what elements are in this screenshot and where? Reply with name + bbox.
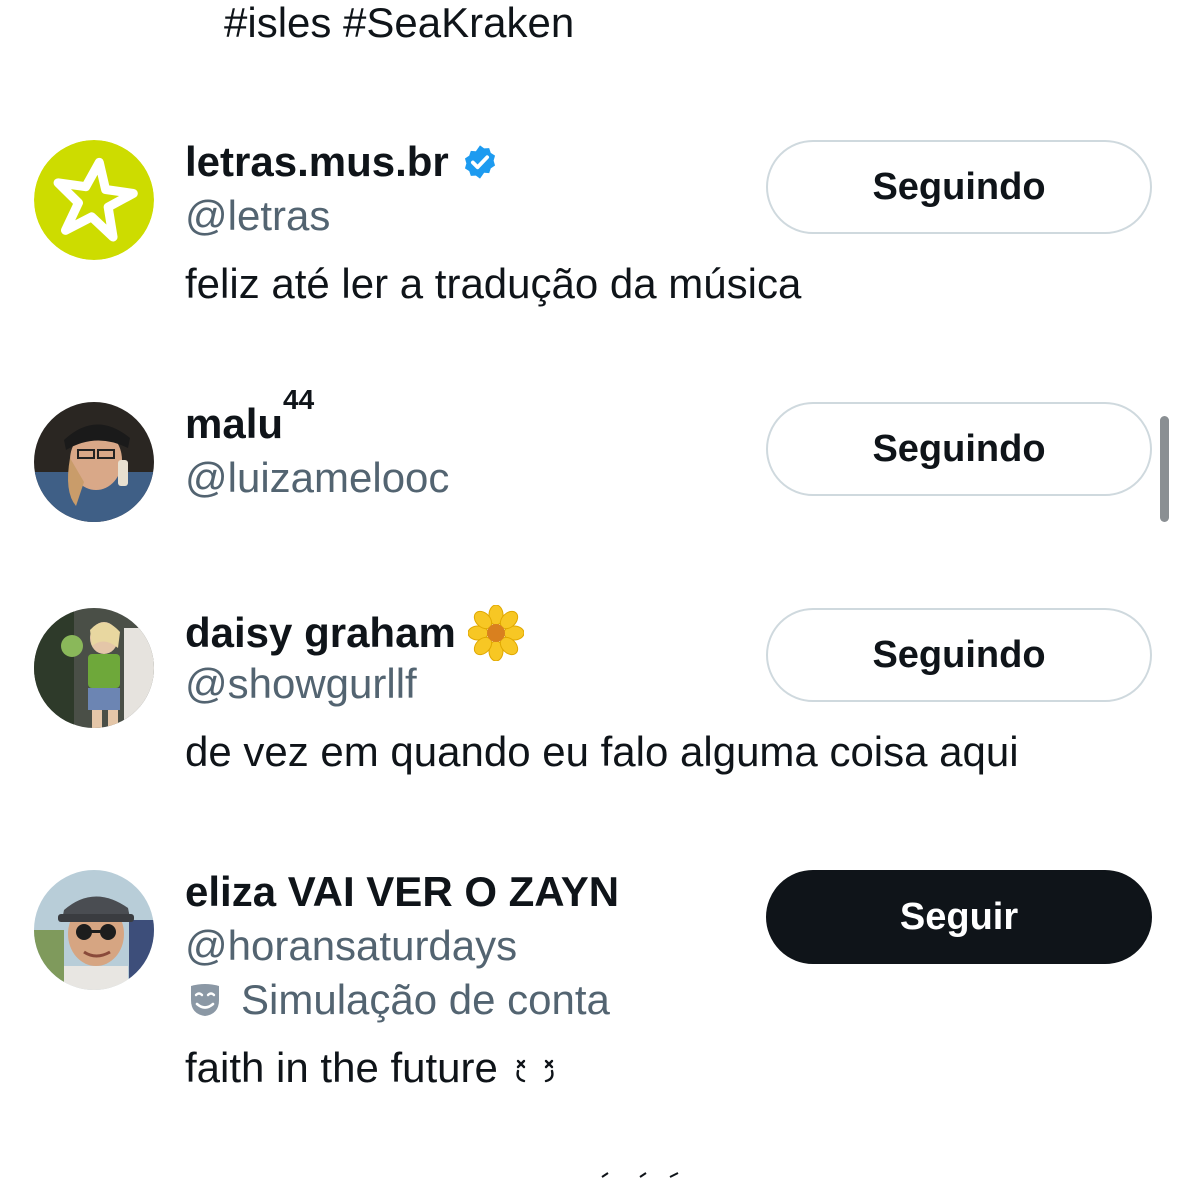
sparkle-face-emoji-icon [516,1059,554,1083]
verified-badge-icon [464,145,495,179]
sunflower-emoji-icon [467,605,524,661]
user-photo-icon [34,870,154,990]
display-name-text: eliza VAI VER O ZAYN [185,868,620,915]
who-to-follow-list: #isles #SeaKraken letras.mus.br @letras … [0,0,1179,1179]
avatar[interactable] [34,870,154,990]
follow-button[interactable]: Seguir [766,870,1152,964]
user-bio: de vez em quando eu falo alguma coisa aq… [185,728,1019,775]
next-row-fragment [601,1172,679,1178]
scrollbar[interactable] [1160,416,1169,522]
user-bio: feliz até ler a tradução da música [185,260,802,307]
avatar[interactable] [34,140,154,260]
display-name-text: letras.mus.br [185,138,449,185]
user-bio: faith in the future [185,1043,558,1093]
previous-user-bio: #isles #SeaKraken [224,0,575,46]
user-photo-icon [34,608,154,728]
name-text: malu [185,400,284,447]
user-bio-text: faith in the future [185,1044,498,1091]
display-name-text: malu44 [185,386,314,449]
display-name[interactable]: daisy graham [185,605,524,661]
avatar[interactable] [34,402,154,522]
theater-mask-icon [191,984,219,1016]
name-superscript: 44 [283,384,315,415]
display-name[interactable]: eliza VAI VER O ZAYN [185,867,619,917]
following-button[interactable]: Seguindo [766,402,1152,496]
following-button[interactable]: Seguindo [766,608,1152,702]
user-handle[interactable]: @letras [185,191,330,241]
star-logo-icon [34,140,154,260]
parody-label: Simulação de conta [185,975,610,1025]
following-button[interactable]: Seguindo [766,140,1152,234]
avatar[interactable] [34,608,154,728]
display-name-text: daisy graham [185,609,456,656]
display-name[interactable]: letras.mus.br [185,137,499,187]
user-handle[interactable]: @luizamelooc [185,453,449,503]
parody-label-text: Simulação de conta [241,976,610,1023]
user-photo-icon [34,402,154,522]
display-name[interactable]: malu44 [185,386,314,449]
user-handle[interactable]: @showgurllf [185,659,417,709]
user-handle[interactable]: @horansaturdays [185,921,517,971]
